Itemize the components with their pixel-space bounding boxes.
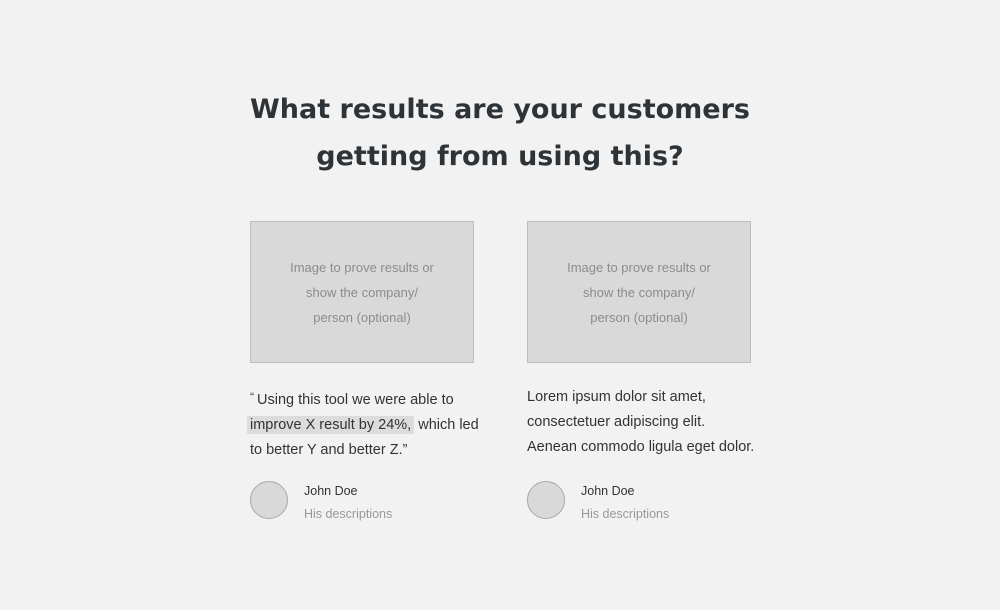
close-quote-mark: ” [402, 442, 408, 458]
author-description: His descriptions [304, 507, 393, 521]
author-name: John Doe [304, 484, 358, 498]
image-placeholder: Image to prove results or show the compa… [527, 221, 751, 363]
author-description: His descriptions [581, 507, 670, 521]
author-name: John Doe [581, 484, 635, 498]
image-placeholder-text: Image to prove results or show the compa… [290, 259, 434, 325]
heading-line-1: What results are your customers [249, 94, 750, 125]
section-heading: What results are your customers getting … [0, 86, 1000, 180]
author-block: John Doe His descriptions [250, 480, 392, 522]
testimonial-quote: “Using this tool we were able to improve… [247, 385, 490, 463]
testimonial-body: Lorem ipsum dolor sit amet, consectetuer… [527, 389, 755, 455]
avatar [527, 481, 565, 519]
highlighted-result: improve X result by 24%, [247, 416, 415, 434]
testimonial-card-1: Image to prove results or show the compa… [247, 221, 490, 521]
open-quote-mark: “ [250, 390, 254, 404]
heading-line-2: getting from using this? [316, 141, 684, 172]
image-placeholder: Image to prove results or show the compa… [250, 221, 474, 363]
image-placeholder-text: Image to prove results or show the compa… [567, 259, 711, 325]
author-block: John Doe His descriptions [527, 480, 669, 522]
avatar [250, 481, 288, 519]
testimonial-card-2: Image to prove results or show the compa… [527, 221, 767, 521]
